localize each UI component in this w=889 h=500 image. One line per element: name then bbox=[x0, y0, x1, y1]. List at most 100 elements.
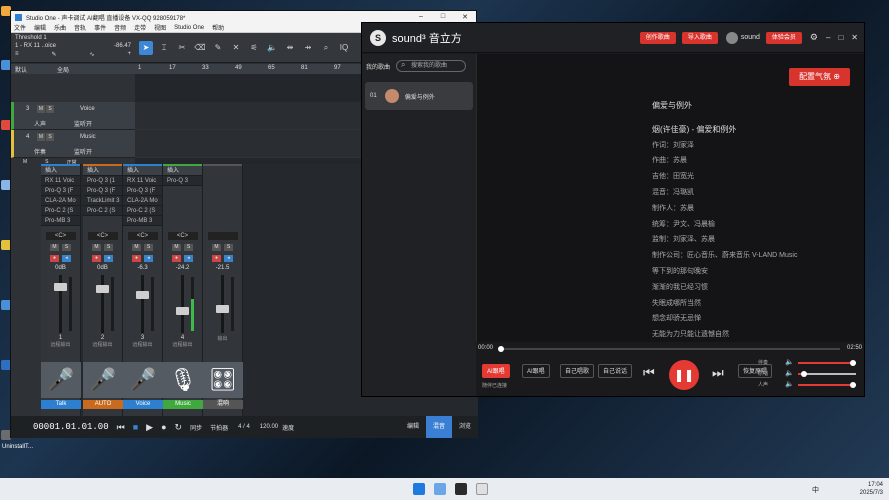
volume-slider[interactable] bbox=[798, 371, 856, 377]
monitor-button[interactable]: ◂ bbox=[62, 255, 71, 262]
channel-name[interactable]: AUTO bbox=[83, 400, 123, 409]
volume-fader[interactable] bbox=[163, 275, 202, 333]
record-button[interactable]: ● bbox=[132, 255, 141, 262]
stop-icon[interactable]: ■ bbox=[133, 422, 138, 432]
volume-fader[interactable] bbox=[203, 275, 242, 333]
metronome-label[interactable]: 节拍器 bbox=[210, 423, 228, 432]
volume-slider[interactable] bbox=[798, 382, 857, 388]
menu-studio-one[interactable]: Studio One bbox=[174, 25, 204, 31]
tab-edit[interactable]: 编辑 bbox=[400, 416, 426, 438]
volume-icon[interactable]: 🔈 bbox=[785, 380, 794, 388]
mute-tool-icon[interactable]: ✕ bbox=[229, 41, 243, 55]
insert-slot[interactable]: 插入 bbox=[123, 166, 162, 176]
atmosphere-button[interactable]: 配置气氛 ⊕ bbox=[789, 68, 850, 86]
list-icon[interactable]: ≡ bbox=[15, 51, 19, 58]
pan-control[interactable] bbox=[207, 232, 238, 240]
fader-knob[interactable] bbox=[136, 291, 149, 299]
rewind-icon[interactable]: ⏮ bbox=[117, 422, 125, 433]
fader-knob[interactable] bbox=[54, 283, 67, 291]
ai-follow-button[interactable]: AI跟唱 bbox=[522, 364, 550, 378]
pen-icon[interactable]: ✎ bbox=[51, 51, 56, 58]
time-signature[interactable]: 4 / 4 bbox=[238, 424, 250, 430]
menu-view[interactable]: 视图 bbox=[154, 23, 166, 32]
mute-button[interactable]: M bbox=[132, 244, 141, 251]
import-song-button[interactable]: 导入歌曲 bbox=[681, 31, 718, 44]
mute-button[interactable]: M bbox=[50, 244, 59, 251]
menu-transport[interactable]: 走带 bbox=[134, 23, 146, 32]
iq-icon[interactable]: IQ bbox=[337, 41, 351, 55]
clock[interactable]: 17:04 2025/7/3 bbox=[860, 481, 883, 497]
insert-slot[interactable]: 插入 bbox=[41, 166, 80, 176]
insert-slot[interactable]: Pro-C 2 (S bbox=[123, 206, 162, 216]
self-sing-button[interactable]: 自己唱歌 bbox=[560, 364, 595, 378]
range-tool-icon[interactable]: ⌶ bbox=[157, 41, 171, 55]
inspector-preset[interactable]: Threshold 1 bbox=[15, 35, 47, 41]
sync-label[interactable]: 同步 bbox=[190, 423, 202, 432]
mute-button[interactable]: M bbox=[92, 244, 101, 251]
wave-icon[interactable]: ∿ bbox=[89, 51, 94, 58]
pan-control[interactable]: <C> bbox=[87, 232, 118, 240]
maximize-icon[interactable]: □ bbox=[838, 33, 843, 42]
mute-button[interactable]: M bbox=[212, 244, 221, 251]
insert-slot[interactable]: CLA-2A Mo bbox=[41, 196, 80, 206]
solo-button[interactable]: S bbox=[144, 244, 153, 251]
pan-control[interactable]: <C> bbox=[45, 232, 76, 240]
insert-slot[interactable]: Pro-C 2 (S bbox=[83, 206, 122, 216]
user-name[interactable]: sound bbox=[741, 34, 760, 41]
insert-slot[interactable]: Pro-MB 3 bbox=[123, 216, 162, 226]
create-song-button[interactable]: 创作歌曲 bbox=[639, 31, 676, 44]
playback-progress[interactable]: 00:00 02:50 bbox=[476, 342, 864, 356]
insert-slot[interactable]: 插入 bbox=[83, 166, 122, 176]
menu-song[interactable]: 乐曲 bbox=[54, 23, 66, 32]
channel-name[interactable]: Voice bbox=[123, 400, 163, 409]
arrow-tool-icon[interactable]: ➤ bbox=[139, 40, 153, 55]
output-label[interactable]: 远程输出 bbox=[41, 341, 80, 348]
solo-button[interactable]: S bbox=[46, 105, 54, 113]
channel-name[interactable]: Music bbox=[163, 400, 203, 409]
song-item[interactable]: 01 偏爱与例外 bbox=[365, 82, 473, 110]
mute-button[interactable]: M bbox=[37, 133, 45, 141]
mute-button[interactable]: M bbox=[37, 105, 45, 113]
menu-audio[interactable]: 音频 bbox=[114, 23, 126, 32]
volume-fader[interactable] bbox=[41, 275, 80, 333]
menu-event[interactable]: 事件 bbox=[94, 23, 106, 32]
loop-icon[interactable]: ↻ bbox=[175, 422, 183, 433]
tracklist-input[interactable]: 默认 bbox=[15, 65, 27, 74]
ai-sing-button[interactable]: AI跟唱 bbox=[482, 364, 510, 378]
monitor-button[interactable]: ◂ bbox=[144, 255, 153, 262]
insert-slot[interactable]: Pro-Q 3 (F bbox=[123, 186, 162, 196]
record-button[interactable]: ● bbox=[172, 255, 181, 262]
next-icon[interactable]: ⏭ bbox=[712, 365, 724, 381]
pause-button[interactable]: ❚❚ bbox=[669, 360, 699, 390]
menu-track[interactable]: 音轨 bbox=[74, 23, 86, 32]
output-label[interactable]: 输出 bbox=[203, 335, 242, 342]
volume-fader[interactable] bbox=[123, 275, 162, 333]
tab-browse[interactable]: 浏览 bbox=[452, 416, 478, 438]
split-tool-icon[interactable]: ✂ bbox=[175, 41, 189, 55]
insert-slot[interactable]: TrackLimit 3 bbox=[83, 196, 122, 206]
fader-knob[interactable] bbox=[216, 305, 229, 313]
output-label[interactable]: 远程输出 bbox=[163, 341, 202, 348]
volume-slider[interactable] bbox=[798, 360, 857, 366]
add-track-icon[interactable]: + bbox=[127, 51, 131, 58]
record-button[interactable]: ● bbox=[50, 255, 59, 262]
insert-slot[interactable]: 插入 bbox=[163, 166, 202, 176]
user-avatar[interactable] bbox=[725, 31, 738, 44]
track-music[interactable]: 4 MS Music 伴奏 监听开 bbox=[11, 130, 135, 158]
monitor-button[interactable]: ◂ bbox=[104, 255, 113, 262]
pan-control[interactable]: <C> bbox=[167, 232, 198, 240]
tracklist-view[interactable]: 全局 bbox=[57, 65, 69, 74]
close-button[interactable]: ✕ bbox=[454, 13, 476, 21]
vip-button[interactable]: 体验会员 bbox=[765, 31, 802, 44]
listen-tool-icon[interactable]: 🔈 bbox=[265, 41, 279, 55]
play-icon[interactable]: ▶ bbox=[146, 422, 153, 433]
windows-start-icon[interactable] bbox=[413, 483, 425, 495]
minimize-button[interactable]: – bbox=[410, 13, 432, 21]
song-search-input[interactable]: 搜索我的歌曲 bbox=[396, 60, 467, 72]
record-button[interactable]: ● bbox=[212, 255, 221, 262]
close-icon[interactable]: ✕ bbox=[851, 33, 858, 42]
solo-button[interactable]: S bbox=[184, 244, 193, 251]
studio-one-taskbar-icon[interactable] bbox=[455, 483, 467, 495]
volume-fader[interactable] bbox=[83, 275, 122, 333]
bend-tool-icon[interactable]: ⚟ bbox=[247, 41, 261, 55]
